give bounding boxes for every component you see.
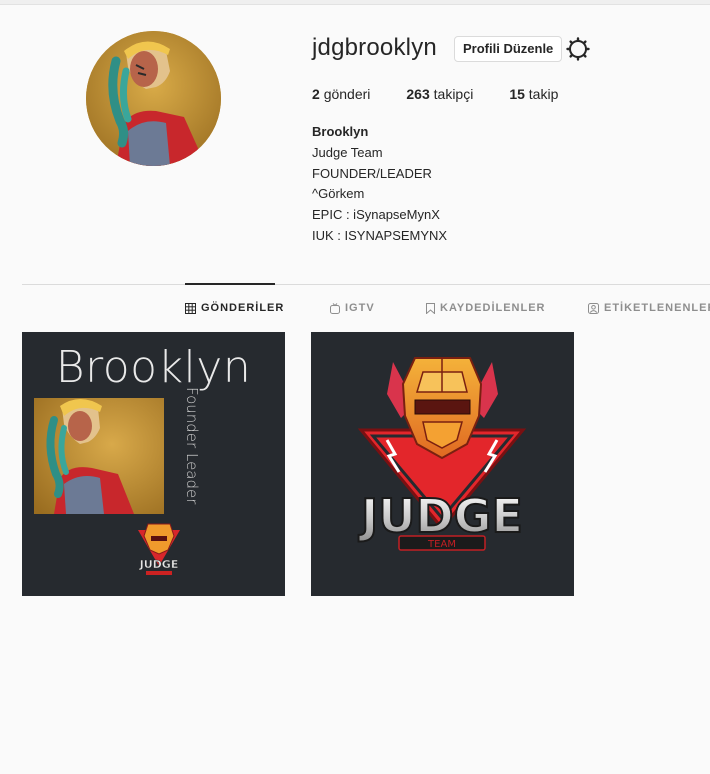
followers-stat[interactable]: 263 takipçi [406,86,473,102]
settings-gear-icon[interactable] [566,37,590,61]
followers-count: 263 [406,86,430,102]
logo-team-text: TEAM [427,539,456,550]
post-side-label: Founder Leader [183,387,201,505]
judge-team-logo: JUDGE TEAM [357,357,527,551]
post-thumbnail[interactable]: Brooklyn Founder Leader JUDGE [22,332,285,596]
profile-username: jdgbrooklyn [312,34,437,61]
judge-team-logo-small: JUDGE [138,523,180,575]
avatar[interactable] [86,31,221,166]
tab-tagged-label: ETİKETLENENLER [604,302,710,314]
tab-igtv-label: IGTV [345,302,375,314]
posts-count: 2 [312,86,320,102]
edit-profile-button[interactable]: Profili Düzenle [454,36,563,62]
active-tab-indicator [185,283,275,285]
tab-posts[interactable]: GÖNDERİLER [185,302,284,314]
small-logo-text: JUDGE [139,558,179,571]
igtv-icon [330,302,340,314]
posts-count-stat: 2 gönderi [312,86,370,102]
following-label: takip [528,86,559,102]
avatar-image [86,31,221,166]
tab-posts-label: GÖNDERİLER [201,302,285,314]
bio-name: Brooklyn [312,124,369,139]
post-side-text: Founder Leader [182,387,202,514]
logo-judge-text: JUDGE [358,489,523,543]
following-count: 15 [509,86,525,102]
posts-label: gönderi [323,86,371,102]
tab-saved[interactable]: KAYDEDİLENLER [426,302,546,314]
tab-igtv[interactable]: IGTV [330,302,375,314]
tab-tagged[interactable]: ETİKETLENENLER [588,302,710,314]
bio-line: ^Görkem [312,186,365,202]
tag-icon [588,302,599,314]
top-border [0,0,710,5]
bio-line: IUK : ISYNAPSEMYNX [312,227,448,243]
bio-line: Judge Team [312,144,383,160]
post-title-text: Brooklyn [55,342,252,393]
bio-line: FOUNDER/LEADER [312,165,432,181]
profile-bio: Brooklyn Judge Team FOUNDER/LEADER ^Görk… [312,122,447,247]
profile-stats: 2 gönderi 263 takipçi 15 takip [312,86,594,102]
post-thumbnail[interactable]: JUDGE TEAM [311,332,574,596]
tab-saved-label: KAYDEDİLENLER [440,302,546,314]
bio-line: EPIC : iSynapseMynX [312,207,440,223]
bookmark-icon [426,302,435,314]
post-character-image [34,398,164,514]
tabs-divider [22,284,710,285]
followers-label: takipçi [433,86,474,102]
grid-icon [185,302,196,314]
following-stat[interactable]: 15 takip [509,86,558,102]
